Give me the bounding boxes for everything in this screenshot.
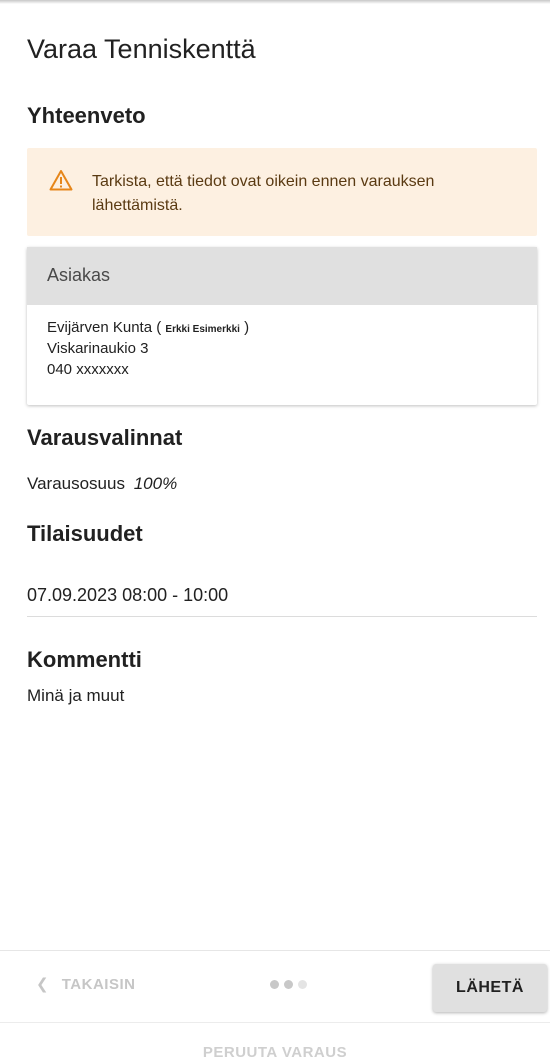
contact-name: Erkki Esimerkki: [165, 324, 240, 335]
step-indicator: [270, 980, 320, 990]
warning-alert: Tarkista, että tiedot ovat oikein ennen …: [27, 148, 537, 236]
customer-details: Evijärven Kunta ( Erkki Esimerkki ) Visk…: [47, 317, 249, 380]
reservation-options-heading: Varausvalinnat: [27, 425, 183, 450]
contact-close-paren: ): [244, 319, 250, 336]
footer-divider: [0, 950, 550, 951]
back-button[interactable]: ❮ TAKAISIN: [36, 975, 135, 993]
app-bar-shadow: [0, 0, 550, 4]
cancel-divider: [0, 1022, 550, 1023]
contact-open-paren: (: [156, 319, 162, 336]
summary-heading: Yhteenveto: [27, 103, 146, 128]
send-button[interactable]: LÄHETÄ: [433, 964, 547, 1012]
chevron-left-icon: ❮: [36, 976, 50, 993]
comment-text: Minä ja muut: [27, 686, 125, 705]
reservation-share-value: 100%: [133, 474, 178, 493]
customer-organization: Evijärven Kunta: [47, 319, 153, 336]
comment-heading: Kommentti: [27, 647, 142, 672]
step-dot: [284, 980, 293, 989]
customer-card-header: Asiakas: [27, 247, 537, 305]
occurrences-heading: Tilaisuudet: [27, 521, 143, 546]
reservation-share-label: Varausosuus: [27, 474, 125, 493]
customer-card: Asiakas Evijärven Kunta ( Erkki Esimerkk…: [27, 247, 537, 405]
warning-triangle-icon: [49, 169, 73, 191]
reservation-page: Varaa Tenniskenttä Yhteenveto Tarkista, …: [0, 0, 550, 1064]
step-dot: [270, 980, 279, 989]
warning-text: Tarkista, että tiedot ovat oikein ennen …: [92, 173, 435, 214]
customer-organization-row: Evijärven Kunta ( Erkki Esimerkki ): [47, 317, 249, 338]
page-title: Varaa Tenniskenttä: [27, 34, 256, 64]
occurrence-item: 07.09.2023 08:00 - 10:00: [27, 585, 229, 605]
reservation-share: Varausosuus 100%: [27, 474, 177, 494]
customer-address: Viskarinaukio 3: [47, 340, 149, 357]
customer-card-title: Asiakas: [47, 265, 111, 285]
step-dot: [298, 980, 307, 989]
customer-phone: 040 xxxxxxx: [47, 361, 129, 378]
occurrence-divider: [27, 616, 537, 617]
back-button-label: TAKAISIN: [61, 976, 136, 993]
cancel-reservation-button[interactable]: PERUUTA VARAUS: [0, 1044, 550, 1061]
